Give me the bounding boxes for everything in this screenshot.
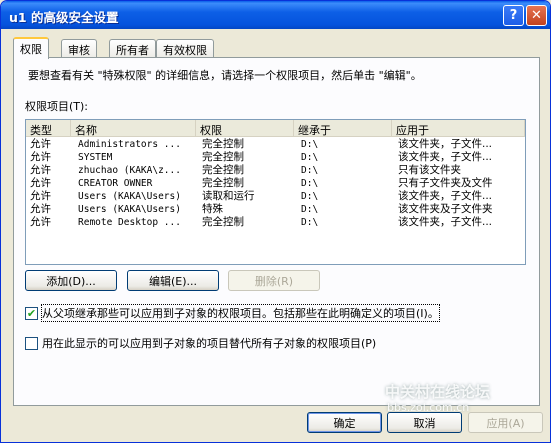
close-button[interactable]: ✕ bbox=[526, 5, 547, 26]
cell-name: zhuchao (KAKA\z... bbox=[78, 165, 181, 176]
cell-name: Users (KAKA\Users) bbox=[78, 204, 181, 215]
description-text: 要想查看有关 "特殊权限" 的详细信息，请选择一个权限项目，然后单击 "编辑"。 bbox=[28, 69, 422, 82]
cell-apply-to: 只有该文件夹 bbox=[398, 164, 461, 176]
question-icon: ? bbox=[509, 8, 518, 23]
close-icon: ✕ bbox=[531, 8, 542, 23]
watermark-name: 中关村在线论坛 bbox=[385, 383, 491, 401]
apply-button[interactable]: 应用(A) bbox=[468, 412, 543, 433]
cell-inherited-from: D:\ bbox=[301, 139, 319, 150]
cell-apply-to: 该文件夹，子文件... bbox=[398, 216, 493, 228]
inherit-permissions-checkbox[interactable]: ✔ 从父项继承那些可以应用到子对象的权限项目。包括那些在此明确定义的项目(I)。 bbox=[25, 304, 440, 322]
cell-type: 允许 bbox=[30, 151, 51, 163]
table-row[interactable]: 允许 Users (KAKA\Users) 特殊 D:\ 该文件夹及子文件夹 bbox=[26, 203, 525, 216]
cell-inherited-from: D:\ bbox=[301, 152, 319, 163]
cell-type: 允许 bbox=[30, 203, 51, 215]
table-row[interactable]: 允许 Administrators ... 完全控制 D:\ 该文件夹，子文件.… bbox=[26, 138, 525, 151]
tab-owner[interactable]: 所有者 bbox=[109, 39, 156, 58]
edit-button[interactable]: 编辑(E)... bbox=[127, 270, 219, 291]
table-row[interactable]: 允许 SYSTEM 完全控制 D:\ 该文件夹，子文件... bbox=[26, 151, 525, 164]
column-permission[interactable]: 权限 bbox=[196, 120, 294, 137]
permissions-panel: 要想查看有关 "特殊权限" 的详细信息，请选择一个权限项目，然后单击 "编辑"。… bbox=[13, 57, 540, 406]
cell-name: Administrators ... bbox=[78, 139, 181, 150]
ok-button[interactable]: 确定 bbox=[307, 412, 382, 433]
cell-type: 允许 bbox=[30, 216, 51, 228]
cell-permission: 完全控制 bbox=[202, 164, 244, 176]
cell-permission: 完全控制 bbox=[202, 216, 244, 228]
cell-apply-to: 该文件夹及子文件夹 bbox=[398, 203, 493, 215]
tab-effective-permissions[interactable]: 有效权限 bbox=[156, 39, 214, 58]
list-rows: 允许 Administrators ... 完全控制 D:\ 该文件夹，子文件.… bbox=[26, 138, 525, 229]
cell-permission: 特殊 bbox=[202, 203, 223, 215]
cell-name: SYSTEM bbox=[78, 152, 113, 163]
cell-permission: 读取和运行 bbox=[202, 190, 255, 202]
cell-inherited-from: D:\ bbox=[301, 204, 319, 215]
permission-entries-list[interactable]: 类型 名称 权限 继承于 应用于 允许 Administrators ... 完… bbox=[25, 119, 526, 265]
cell-permission: 完全控制 bbox=[202, 151, 244, 163]
list-header: 类型 名称 权限 继承于 应用于 bbox=[26, 120, 525, 137]
cell-type: 允许 bbox=[30, 190, 51, 202]
cell-apply-to: 该文件夹，子文件... bbox=[398, 138, 493, 150]
cell-apply-to: 该文件夹，子文件... bbox=[398, 190, 493, 202]
column-name[interactable]: 名称 bbox=[71, 120, 196, 137]
replace-checkbox-box[interactable] bbox=[25, 336, 38, 350]
cell-inherited-from: D:\ bbox=[301, 217, 319, 228]
watermark: 中关村在线论坛 bbs.zol.com.cn bbox=[385, 381, 491, 414]
replace-permissions-checkbox[interactable]: 用在此显示的可以应用到子对象的项目替代所有子对象的权限项目(P) bbox=[25, 335, 376, 351]
inherit-checkbox-box[interactable]: ✔ bbox=[25, 306, 38, 320]
window-title: u1 的高级安全设置 bbox=[9, 10, 119, 25]
tab-auditing[interactable]: 审核 bbox=[61, 39, 97, 58]
column-inherited-from[interactable]: 继承于 bbox=[294, 120, 392, 137]
add-button[interactable]: 添加(D)... bbox=[25, 270, 117, 291]
remove-button[interactable]: 删除(R) bbox=[228, 270, 320, 291]
help-button[interactable]: ? bbox=[503, 5, 524, 26]
cell-name: CREATOR OWNER bbox=[78, 178, 153, 189]
checkmark-icon: ✔ bbox=[26, 306, 37, 320]
list-label: 权限项目(T): bbox=[25, 100, 89, 113]
cell-permission: 完全控制 bbox=[202, 177, 244, 189]
table-row[interactable]: 允许 Remote Desktop ... 完全控制 D:\ 该文件夹，子文件.… bbox=[26, 216, 525, 229]
cell-permission: 完全控制 bbox=[202, 138, 244, 150]
table-row[interactable]: 允许 zhuchao (KAKA\z... 完全控制 D:\ 只有该文件夹 bbox=[26, 164, 525, 177]
cell-inherited-from: D:\ bbox=[301, 165, 319, 176]
column-apply-to[interactable]: 应用于 bbox=[392, 120, 525, 137]
inherit-checkbox-label: 从父项继承那些可以应用到子对象的权限项目。包括那些在此明确定义的项目(I)。 bbox=[41, 304, 440, 322]
cell-inherited-from: D:\ bbox=[301, 178, 319, 189]
column-type[interactable]: 类型 bbox=[26, 120, 71, 137]
tab-permissions[interactable]: 权限 bbox=[13, 37, 49, 59]
table-row[interactable]: 允许 CREATOR OWNER 完全控制 D:\ 只有子文件夹及文件 bbox=[26, 177, 525, 190]
table-row[interactable]: 允许 Users (KAKA\Users) 读取和运行 D:\ 该文件夹，子文件… bbox=[26, 190, 525, 203]
cell-type: 允许 bbox=[30, 138, 51, 150]
cell-type: 允许 bbox=[30, 177, 51, 189]
cancel-button[interactable]: 取消 bbox=[387, 412, 462, 433]
cell-apply-to: 只有子文件夹及文件 bbox=[398, 177, 493, 189]
title-bar: u1 的高级安全设置 ? ✕ bbox=[1, 1, 550, 29]
cell-name: Remote Desktop ... bbox=[78, 217, 181, 228]
replace-checkbox-label: 用在此显示的可以应用到子对象的项目替代所有子对象的权限项目(P) bbox=[42, 337, 377, 350]
cell-type: 允许 bbox=[30, 164, 51, 176]
cell-name: Users (KAKA\Users) bbox=[78, 191, 181, 202]
cell-apply-to: 该文件夹，子文件... bbox=[398, 151, 493, 163]
advanced-security-dialog: u1 的高级安全设置 ? ✕ 权限 审核 所有者 有效权限 要想查看有关 "特殊… bbox=[0, 0, 551, 443]
cell-inherited-from: D:\ bbox=[301, 191, 319, 202]
